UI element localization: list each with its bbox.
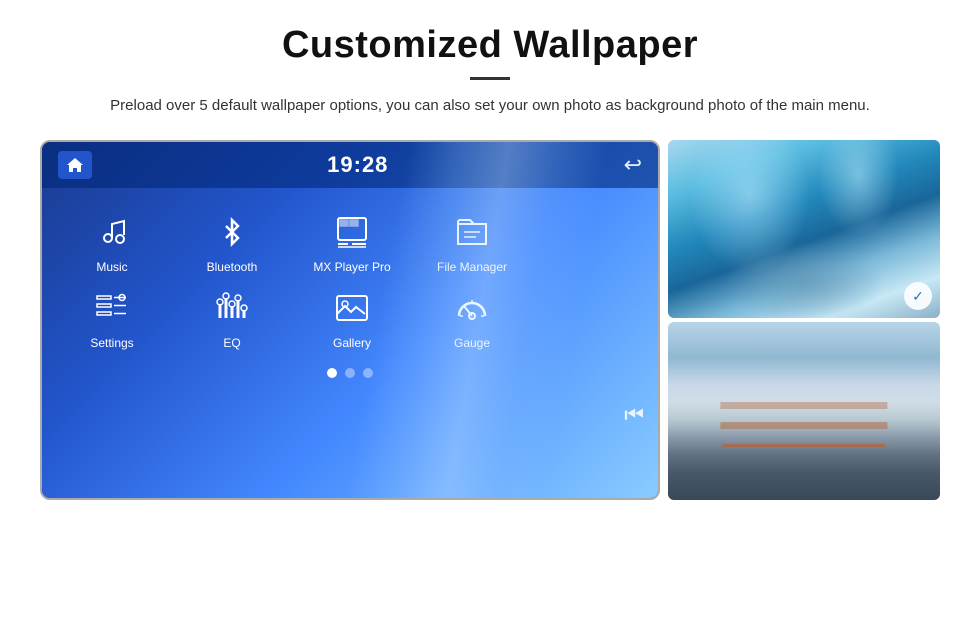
app-icon-music[interactable]: Music (72, 208, 152, 274)
app-label-gauge: Gauge (454, 336, 490, 350)
ice-cave-image (668, 140, 940, 318)
page-subtitle: Preload over 5 default wallpaper options… (110, 94, 870, 118)
app-icon-gauge[interactable]: Gauge (432, 284, 512, 350)
dot-1[interactable] (327, 368, 337, 378)
home-button[interactable] (58, 151, 92, 179)
file-manager-icon (448, 208, 496, 256)
app-icon-bluetooth[interactable]: Bluetooth (192, 208, 272, 274)
bluetooth-icon (208, 208, 256, 256)
photo-bottom (668, 322, 940, 500)
app-label-bluetooth: Bluetooth (207, 260, 258, 274)
back-button[interactable]: ↩ (624, 152, 642, 178)
eq-icon (208, 284, 256, 332)
content-row: 19:28 ↩ (40, 140, 940, 500)
dots-indicator (42, 368, 658, 378)
dot-3[interactable] (363, 368, 373, 378)
skip-back-button[interactable]: ⏮ (624, 402, 644, 428)
apps-row-1: Music Bluetooth (72, 208, 628, 274)
app-label-music: Music (96, 260, 127, 274)
music-icon (88, 208, 136, 256)
apps-row-2: Settings (72, 284, 628, 350)
time-display: 19:28 (327, 152, 388, 178)
photo-badge: ✓ (904, 282, 932, 310)
app-label-file-manager: File Manager (437, 260, 507, 274)
mx-player-icon (328, 208, 376, 256)
app-label-settings: Settings (90, 336, 133, 350)
gallery-icon (328, 284, 376, 332)
golden-gate-image (668, 322, 940, 500)
app-icon-gallery[interactable]: Gallery (312, 284, 392, 350)
app-icon-file-manager[interactable]: File Manager (432, 208, 512, 274)
app-icon-settings[interactable]: Settings (72, 284, 152, 350)
icons-area: Music Bluetooth (42, 188, 658, 360)
top-bar: 19:28 ↩ (42, 142, 658, 188)
app-label-gallery: Gallery (333, 336, 371, 350)
settings-icon (88, 284, 136, 332)
title-divider (470, 77, 510, 80)
photo-top: ✓ (668, 140, 940, 318)
gauge-icon (448, 284, 496, 332)
car-screen: 19:28 ↩ (40, 140, 660, 500)
dot-2[interactable] (345, 368, 355, 378)
app-icon-eq[interactable]: EQ (192, 284, 272, 350)
photos-column: ✓ (668, 140, 940, 500)
page-wrapper: Customized Wallpaper Preload over 5 defa… (0, 0, 980, 634)
app-label-eq: EQ (223, 336, 240, 350)
app-icon-mx-player[interactable]: MX Player Pro (312, 208, 392, 274)
app-label-mx-player: MX Player Pro (313, 260, 390, 274)
page-title: Customized Wallpaper (282, 24, 698, 67)
car-screen-inner: 19:28 ↩ (42, 142, 658, 498)
